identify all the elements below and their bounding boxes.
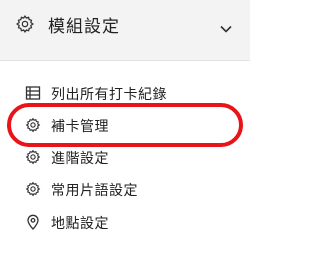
menu-item-label: 補卡管理 — [51, 119, 109, 135]
module-settings-header[interactable]: 模組設定 — [0, 0, 250, 60]
menu-item-label: 常用片語設定 — [51, 183, 138, 199]
menu-item-label: 列出所有打卡紀錄 — [51, 87, 167, 103]
gear-icon — [25, 181, 41, 197]
location-pin-icon — [25, 214, 41, 230]
gear-icon — [25, 149, 41, 165]
header-divider — [0, 60, 250, 61]
menu-item-list-records[interactable]: 列出所有打卡紀錄 — [0, 78, 250, 108]
list-icon — [25, 85, 41, 101]
menu-item-punch-correction[interactable]: 補卡管理 — [0, 110, 250, 140]
menu-item-location-settings[interactable]: 地點設定 — [0, 207, 250, 237]
gear-icon — [15, 14, 35, 34]
menu-item-label: 地點設定 — [51, 216, 109, 232]
menu-item-advanced-settings[interactable]: 進階設定 — [0, 142, 250, 172]
section-title: 模組設定 — [48, 17, 120, 37]
menu-item-label: 進階設定 — [51, 151, 109, 167]
chevron-down-icon[interactable] — [219, 21, 233, 35]
menu-item-phrase-settings[interactable]: 常用片語設定 — [0, 174, 250, 204]
gear-icon — [25, 117, 41, 133]
